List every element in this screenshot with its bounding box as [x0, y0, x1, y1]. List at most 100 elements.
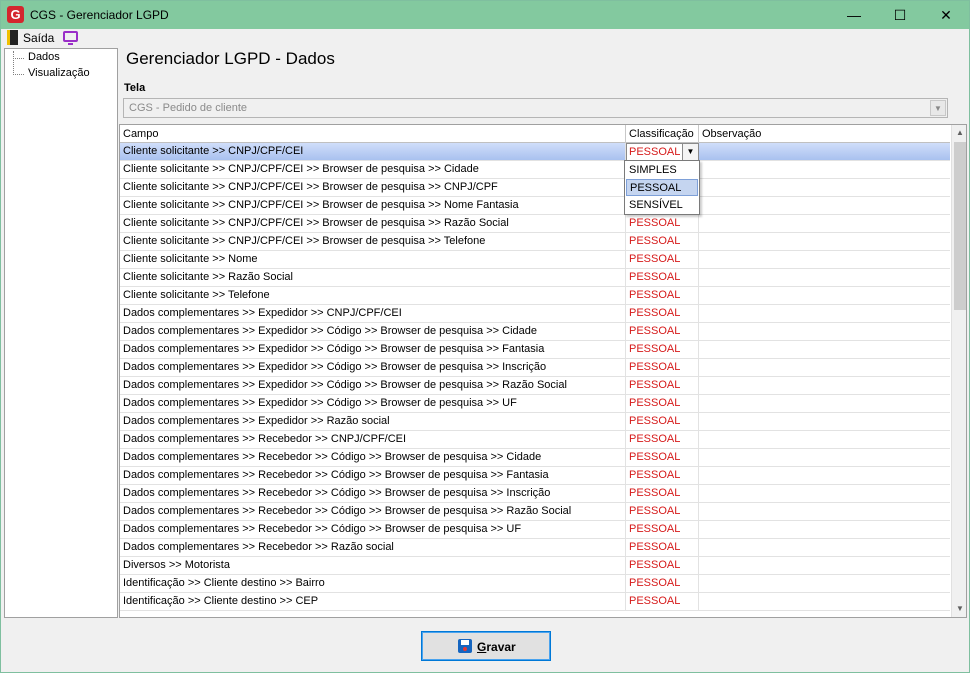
cell-campo[interactable]: Dados complementares >> Expedidor >> Cód… [120, 323, 626, 340]
table-row[interactable]: Dados complementares >> Expedidor >> Cód… [120, 395, 950, 413]
dropdown-option-sensivel[interactable]: SENSÍVEL [626, 197, 698, 214]
tree-item-dados[interactable]: Dados [13, 51, 60, 65]
cell-observacao[interactable] [699, 305, 950, 322]
cell-classificacao[interactable]: PESSOAL [626, 305, 699, 322]
cell-campo[interactable]: Dados complementares >> Expedidor >> Cód… [120, 341, 626, 358]
cell-observacao[interactable] [699, 323, 950, 340]
cell-observacao[interactable] [699, 359, 950, 376]
table-row[interactable]: Cliente solicitante >> CNPJ/CPF/CEI >> B… [120, 179, 950, 197]
table-row[interactable]: Dados complementares >> Recebedor >> Cód… [120, 449, 950, 467]
table-row[interactable]: Dados complementares >> Expedidor >> Cód… [120, 323, 950, 341]
cell-observacao[interactable] [699, 215, 950, 232]
cell-classificacao[interactable]: PESSOAL [626, 233, 699, 250]
cell-observacao[interactable] [699, 557, 950, 574]
close-button[interactable]: ✕ [923, 1, 969, 29]
cell-classificacao[interactable]: PESSOAL [626, 467, 699, 484]
cell-campo[interactable]: Identificação >> Cliente destino >> Bair… [120, 575, 626, 592]
scroll-down-icon[interactable]: ▼ [952, 601, 966, 617]
table-row[interactable]: Cliente solicitante >> Nome PESSOAL [120, 251, 950, 269]
cell-classificacao[interactable]: PESSOAL [626, 323, 699, 340]
table-row[interactable]: Dados complementares >> Recebedor >> Cód… [120, 467, 950, 485]
maximize-button[interactable]: ☐ [877, 1, 923, 29]
cell-campo[interactable]: Dados complementares >> Recebedor >> Cód… [120, 521, 626, 538]
cell-classificacao[interactable]: PESSOAL [626, 575, 699, 592]
classification-select[interactable]: PESSOAL ▼ [626, 143, 699, 161]
cell-classificacao[interactable]: PESSOAL [626, 287, 699, 304]
chevron-down-icon[interactable]: ▼ [682, 144, 698, 160]
cell-campo[interactable]: Dados complementares >> Expedidor >> Cód… [120, 395, 626, 412]
monitor-icon[interactable] [63, 31, 78, 45]
screen-select[interactable]: CGS - Pedido de cliente ▼ [123, 98, 948, 118]
cell-classificacao[interactable]: PESSOAL [626, 377, 699, 394]
cell-campo[interactable]: Dados complementares >> Recebedor >> Cód… [120, 467, 626, 484]
tree-item-visualizacao[interactable]: Visualização [13, 67, 90, 81]
cell-campo[interactable]: Diversos >> Motorista [120, 557, 626, 574]
cell-observacao[interactable] [699, 287, 950, 304]
table-row[interactable]: Dados complementares >> Expedidor >> Raz… [120, 413, 950, 431]
column-header-observacao[interactable]: Observação [699, 125, 950, 143]
cell-campo[interactable]: Cliente solicitante >> Nome [120, 251, 626, 268]
cell-observacao[interactable] [699, 395, 950, 412]
cell-observacao[interactable] [699, 539, 950, 556]
cell-campo[interactable]: Dados complementares >> Expedidor >> Cód… [120, 359, 626, 376]
cell-campo[interactable]: Dados complementares >> Recebedor >> Cód… [120, 485, 626, 502]
table-row[interactable]: Dados complementares >> Recebedor >> Cód… [120, 485, 950, 503]
table-row[interactable]: Cliente solicitante >> CNPJ/CPF/CEI >> B… [120, 197, 950, 215]
table-row[interactable]: Identificação >> Cliente destino >> Bair… [120, 575, 950, 593]
exit-door-icon[interactable] [7, 30, 18, 45]
table-row[interactable]: Dados complementares >> Recebedor >> Cód… [120, 521, 950, 539]
table-row[interactable]: Dados complementares >> Recebedor >> CNP… [120, 431, 950, 449]
cell-classificacao[interactable]: PESSOAL [626, 539, 699, 556]
table-row[interactable]: Cliente solicitante >> Razão Social PESSO… [120, 269, 950, 287]
table-row[interactable]: Cliente solicitante >> CNPJ/CPF/CEI >> B… [120, 233, 950, 251]
cell-campo[interactable]: Dados complementares >> Recebedor >> Cód… [120, 503, 626, 520]
cell-campo[interactable]: Dados complementares >> Expedidor >> CNP… [120, 305, 626, 322]
cell-campo[interactable]: Dados complementares >> Recebedor >> Cód… [120, 449, 626, 466]
cell-observacao[interactable] [699, 593, 950, 610]
table-row[interactable]: Cliente solicitante >> CNPJ/CPF/CEI PESSO… [120, 143, 950, 161]
cell-observacao[interactable] [699, 197, 950, 214]
table-row[interactable]: Dados complementares >> Expedidor >> Cód… [120, 377, 950, 395]
cell-classificacao[interactable]: PESSOAL [626, 215, 699, 232]
cell-observacao[interactable] [699, 161, 950, 178]
cell-observacao[interactable] [699, 233, 950, 250]
cell-classificacao[interactable]: PESSOAL [626, 413, 699, 430]
cell-observacao[interactable] [699, 485, 950, 502]
save-button[interactable]: Gravar [421, 631, 551, 661]
cell-observacao[interactable] [699, 341, 950, 358]
exit-menu-item[interactable]: Saída [23, 31, 54, 45]
cell-classificacao[interactable]: PESSOAL [626, 521, 699, 538]
cell-campo[interactable]: Cliente solicitante >> Telefone [120, 287, 626, 304]
cell-classificacao[interactable]: PESSOAL [626, 557, 699, 574]
cell-observacao[interactable] [699, 269, 950, 286]
table-row[interactable]: Identificação >> Cliente destino >> CEP P… [120, 593, 950, 611]
cell-classificacao[interactable]: PESSOAL [626, 395, 699, 412]
cell-classificacao[interactable]: PESSOAL [626, 269, 699, 286]
table-row[interactable]: Dados complementares >> Recebedor >> Raz… [120, 539, 950, 557]
vertical-scrollbar[interactable]: ▲ ▼ [951, 125, 966, 617]
dropdown-option-simples[interactable]: SIMPLES [626, 162, 698, 179]
cell-observacao[interactable] [699, 179, 950, 196]
scroll-thumb[interactable] [954, 142, 966, 310]
cell-classificacao[interactable]: PESSOAL [626, 593, 699, 610]
cell-campo[interactable]: Dados complementares >> Expedidor >> Raz… [120, 413, 626, 430]
dropdown-option-pessoal[interactable]: PESSOAL [626, 179, 698, 196]
cell-campo[interactable]: Dados complementares >> Recebedor >> CNP… [120, 431, 626, 448]
column-header-classificacao[interactable]: Classificação [626, 125, 699, 143]
column-header-campo[interactable]: Campo [120, 125, 626, 143]
table-row[interactable]: Dados complementares >> Expedidor >> Cód… [120, 341, 950, 359]
cell-observacao[interactable] [699, 575, 950, 592]
table-row[interactable]: Dados complementares >> Recebedor >> Cód… [120, 503, 950, 521]
cell-classificacao[interactable]: PESSOAL [626, 485, 699, 502]
cell-classificacao[interactable]: PESSOAL [626, 251, 699, 268]
cell-campo[interactable]: Cliente solicitante >> CNPJ/CPF/CEI >> B… [120, 161, 626, 178]
cell-campo[interactable]: Identificação >> Cliente destino >> CEP [120, 593, 626, 610]
cell-classificacao[interactable]: PESSOAL [626, 431, 699, 448]
cell-observacao[interactable] [699, 431, 950, 448]
table-row[interactable]: Dados complementares >> Expedidor >> CNP… [120, 305, 950, 323]
table-row[interactable]: Cliente solicitante >> CNPJ/CPF/CEI >> B… [120, 161, 950, 179]
cell-classificacao[interactable]: PESSOAL [626, 341, 699, 358]
table-row[interactable]: Cliente solicitante >> Telefone PESSOAL [120, 287, 950, 305]
cell-campo[interactable]: Cliente solicitante >> CNPJ/CPF/CEI >> B… [120, 197, 626, 214]
cell-classificacao[interactable]: PESSOAL [626, 449, 699, 466]
